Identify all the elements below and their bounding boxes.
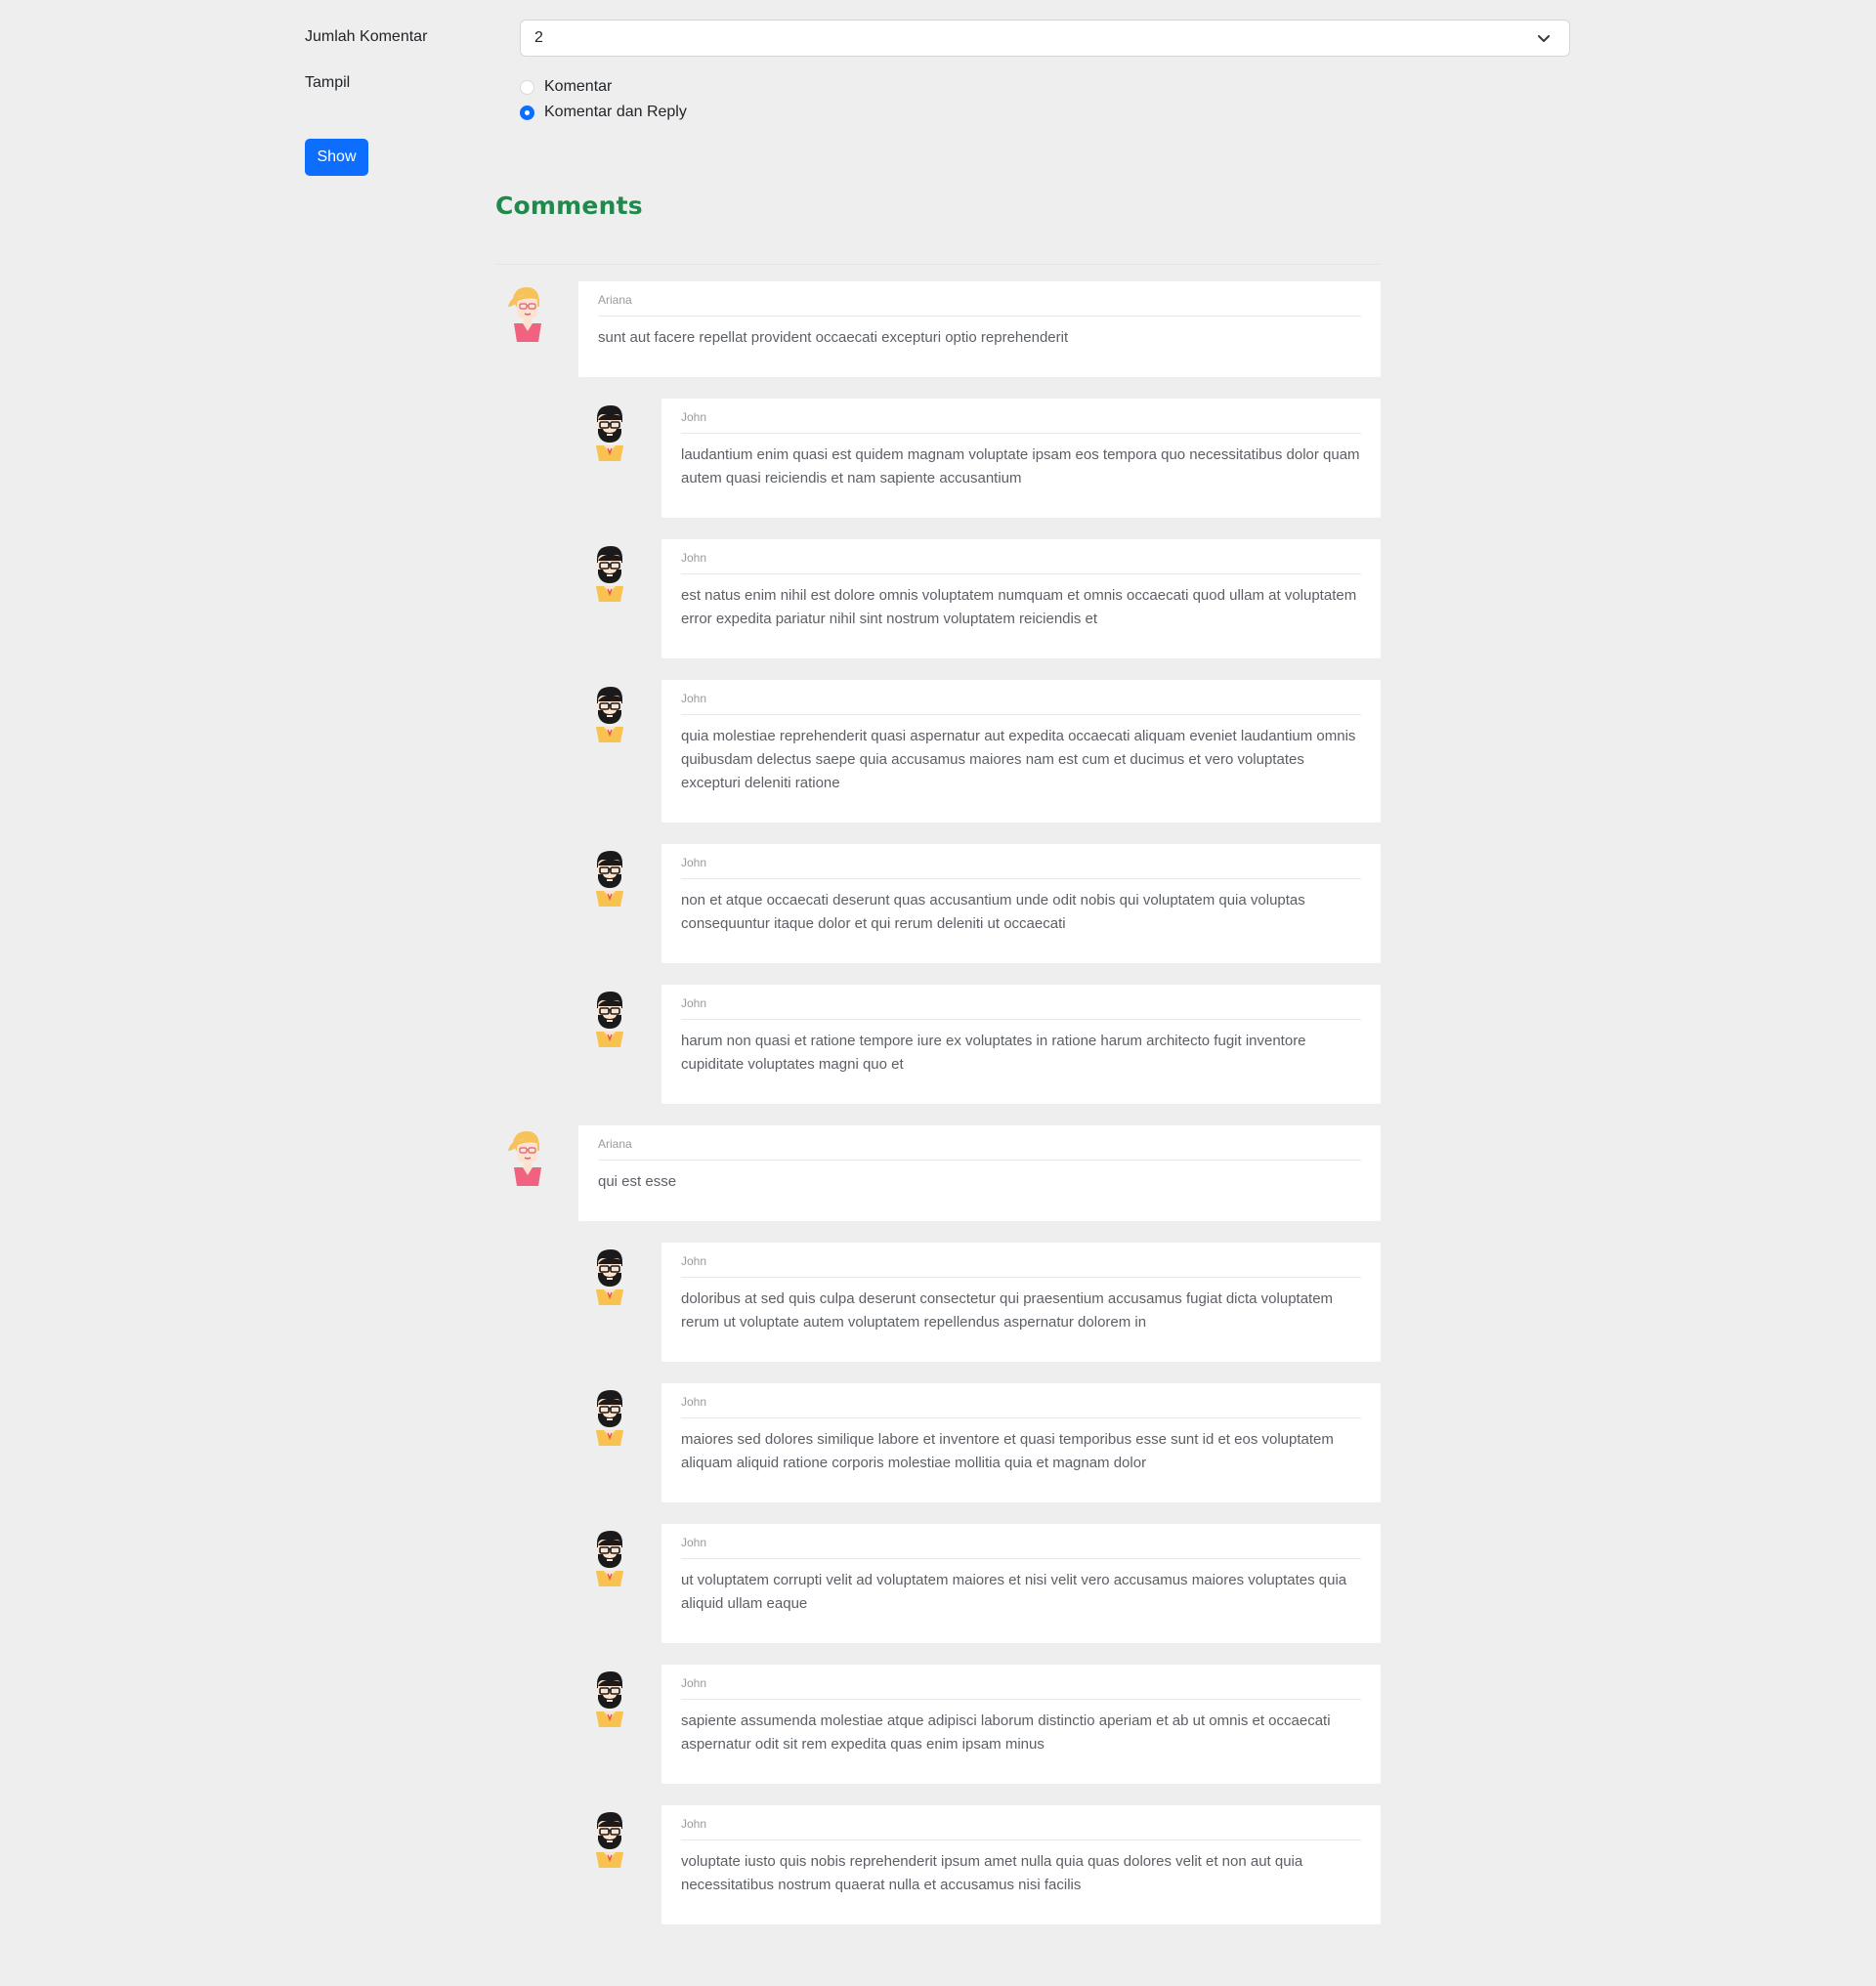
comment-text: qui est esse [598,1173,677,1190]
radio-komentar[interactable] [520,79,534,95]
john-avatar [586,684,631,746]
comment-author: John [681,410,1361,434]
comment-author: Ariana [598,1137,1361,1161]
john-avatar [586,402,631,465]
comments-heading: Comments [495,191,643,220]
comment-author: John [681,551,1361,574]
reply-card: John sapiente assumenda molestiae atque a… [661,1665,1381,1784]
comment-count-value: 2 [534,29,543,46]
reply-card: John ut voluptatem corrupti velit ad volu… [661,1524,1381,1643]
comment-text: doloribus at sed quis culpa deserunt con… [681,1290,1334,1331]
heading-divider [495,264,1381,265]
reply-card: John non et atque occaecati deserunt quas… [661,844,1381,963]
comment-text: maiores sed dolores similique labore et … [681,1431,1334,1471]
display-mode-row: Tampil [305,74,520,92]
chevron-down-icon [1538,35,1550,42]
john-avatar [586,1387,631,1450]
comment-text: non et atque occaecati deserunt quas acc… [681,892,1305,932]
comment-count-label: Jumlah Komentar [305,28,428,45]
comment-author: John [681,1536,1361,1559]
john-avatar [586,1528,631,1590]
comment-author: John [681,1676,1361,1700]
reply-card: John est natus enim nihil est dolore omni… [661,539,1381,658]
john-avatar [586,1809,631,1872]
ariana-avatar [503,1129,548,1192]
comment-text: ut voluptatem corrupti velit ad voluptat… [681,1572,1347,1612]
radio-komentar-dan-reply[interactable] [520,105,534,120]
comment-text: sunt aut facere repellat provident occae… [598,329,1069,346]
comment-author: Ariana [598,293,1361,317]
reply-card: John maiores sed dolores similique labore… [661,1383,1381,1502]
john-avatar [586,1247,631,1309]
comment-text: laudantium enim quasi est quidem magnam … [681,446,1360,486]
show-button[interactable]: Show [305,139,368,176]
reply-card: John laudantium enim quasi est quidem mag… [661,399,1381,518]
comment-text: voluptate iusto quis nobis reprehenderit… [681,1853,1303,1893]
comment-text: quia molestiae reprehenderit quasi asper… [681,728,1356,791]
reply-card: John harum non quasi et ratione tempore i… [661,985,1381,1104]
comment-text: sapiente assumenda molestiae atque adipi… [681,1712,1331,1753]
reply-card: John quia molestiae reprehenderit quasi a… [661,680,1381,823]
ariana-avatar [503,285,548,348]
reply-card: John doloribus at sed quis culpa deserunt… [661,1243,1381,1362]
comment-text: est natus enim nihil est dolore omnis vo… [681,587,1357,627]
reply-card: John voluptate iusto quis nobis reprehend… [661,1805,1381,1924]
comment-card: Ariana qui est esse [578,1125,1381,1221]
comment-author: John [681,1254,1361,1278]
comment-author: John [681,856,1361,879]
john-avatar [586,848,631,910]
display-mode-radio-group: Komentar Komentar dan Reply [520,74,687,125]
john-avatar [586,1669,631,1731]
comment-text: harum non quasi et ratione tempore iure … [681,1033,1306,1073]
john-avatar [586,989,631,1051]
comment-author: John [681,1817,1361,1840]
radio-komentar-dan-reply-label: Komentar dan Reply [544,104,687,120]
john-avatar [586,543,631,606]
comment-count-select[interactable]: 2 [520,20,1570,57]
radio-option-komentar[interactable]: Komentar [520,74,687,100]
radio-komentar-label: Komentar [544,78,613,95]
comment-author: John [681,692,1361,715]
comment-author: John [681,1395,1361,1418]
display-mode-label: Tampil [305,74,351,91]
comment-count-row: Jumlah Komentar [305,28,520,46]
comment-author: John [681,996,1361,1020]
radio-option-komentar-dan-reply[interactable]: Komentar dan Reply [520,100,687,125]
comment-card: Ariana sunt aut facere repellat provident… [578,281,1381,377]
